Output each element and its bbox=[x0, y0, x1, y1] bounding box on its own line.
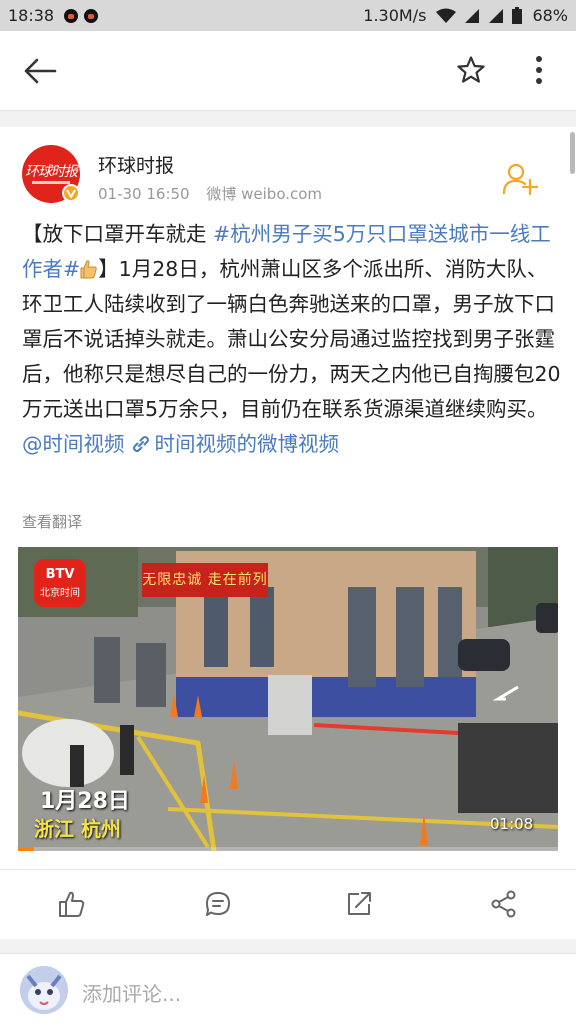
comment-bar: 添加评论... bbox=[0, 953, 576, 1024]
signal-icon bbox=[464, 8, 480, 24]
link-icon bbox=[131, 429, 151, 452]
add-user-icon bbox=[502, 163, 538, 195]
status-bar: 18:38 1.30M/s 68% bbox=[0, 0, 576, 31]
star-icon bbox=[457, 56, 485, 83]
avatar-logo-underline bbox=[32, 181, 70, 184]
video-link[interactable]: 时间视频的微博视频 bbox=[155, 432, 340, 456]
favorite-button[interactable] bbox=[452, 51, 490, 89]
video-place-caption: 浙江 杭州 bbox=[34, 817, 121, 841]
mention-link[interactable]: @时间视频 bbox=[22, 432, 125, 456]
weibo-post-screen: 18:38 1.30M/s 68% 环球时报 环球时报 01-30 16:50 … bbox=[0, 0, 576, 1024]
post-time: 01-30 16:50 bbox=[98, 185, 190, 203]
video-red-banner: 无限忠诚 走在前列 bbox=[142, 563, 268, 597]
repost-icon bbox=[348, 892, 371, 915]
video-progress-fill bbox=[18, 847, 35, 851]
section-gap bbox=[0, 111, 576, 127]
author-name[interactable]: 环球时报 bbox=[98, 151, 174, 178]
video-progress-bar[interactable] bbox=[18, 847, 558, 851]
avatar-logo-text: 环球时报 bbox=[25, 164, 78, 180]
like-icon bbox=[59, 891, 85, 917]
btv-channel-logo: BTV 北京时间 bbox=[34, 559, 86, 607]
translate-link[interactable]: 查看翻译 bbox=[22, 511, 82, 532]
repost-button[interactable] bbox=[341, 886, 377, 922]
post-meta: 01-30 16:50 微博 weibo.com bbox=[98, 183, 322, 204]
video-player[interactable]: BTV 北京时间 无限忠诚 走在前列 1月28日 浙江 杭州 01:08 bbox=[18, 547, 558, 851]
post-card: 环球时报 环球时报 01-30 16:50 微博 weibo.com 【放下口罩… bbox=[0, 127, 576, 939]
thumbs-up-emoji-icon bbox=[80, 255, 98, 279]
post-text-body: 】1月28日，杭州萧山区多个派出所、消防大队、环卫工人陆续收到了一辆白色奔驰送来… bbox=[22, 257, 561, 421]
network-speed: 1.30M/s bbox=[363, 6, 427, 25]
comment-icon bbox=[206, 892, 230, 916]
post-source: 微博 weibo.com bbox=[206, 185, 323, 203]
more-options-button[interactable] bbox=[524, 51, 554, 89]
post-text-intro: 【放下口罩开车就走 bbox=[22, 222, 214, 246]
back-arrow-icon bbox=[24, 58, 57, 84]
qq-icon bbox=[64, 8, 79, 23]
btv-logo-bottom: 北京时间 bbox=[40, 588, 80, 599]
section-gap bbox=[0, 939, 576, 953]
scrollbar-thumb[interactable] bbox=[570, 132, 575, 174]
top-app-bar bbox=[0, 31, 576, 111]
share-button[interactable] bbox=[486, 886, 522, 922]
battery-level: 68% bbox=[532, 6, 568, 25]
qq-icon bbox=[84, 8, 99, 23]
user-avatar[interactable] bbox=[20, 966, 68, 1014]
comment-input[interactable]: 添加评论... bbox=[82, 978, 181, 1007]
battery-icon bbox=[512, 7, 523, 24]
video-duration: 01:08 bbox=[490, 815, 534, 833]
share-icon bbox=[491, 890, 516, 918]
comment-button[interactable] bbox=[200, 886, 236, 922]
video-date-caption: 1月28日 bbox=[40, 789, 130, 814]
back-button[interactable] bbox=[20, 53, 60, 89]
like-button[interactable] bbox=[54, 886, 90, 922]
wifi-icon bbox=[436, 8, 457, 24]
post-action-bar bbox=[0, 869, 576, 939]
verified-badge-icon bbox=[62, 184, 80, 202]
follow-button[interactable] bbox=[500, 161, 540, 197]
btv-logo-top: BTV bbox=[45, 567, 75, 582]
post-text: 【放下口罩开车就走 #杭州男子买5万只口罩送城市一线工作者# 】1月28日，杭州萧… bbox=[22, 217, 562, 462]
more-vertical-icon bbox=[536, 56, 542, 84]
signal-icon bbox=[488, 8, 504, 24]
status-time: 18:38 bbox=[8, 6, 55, 25]
